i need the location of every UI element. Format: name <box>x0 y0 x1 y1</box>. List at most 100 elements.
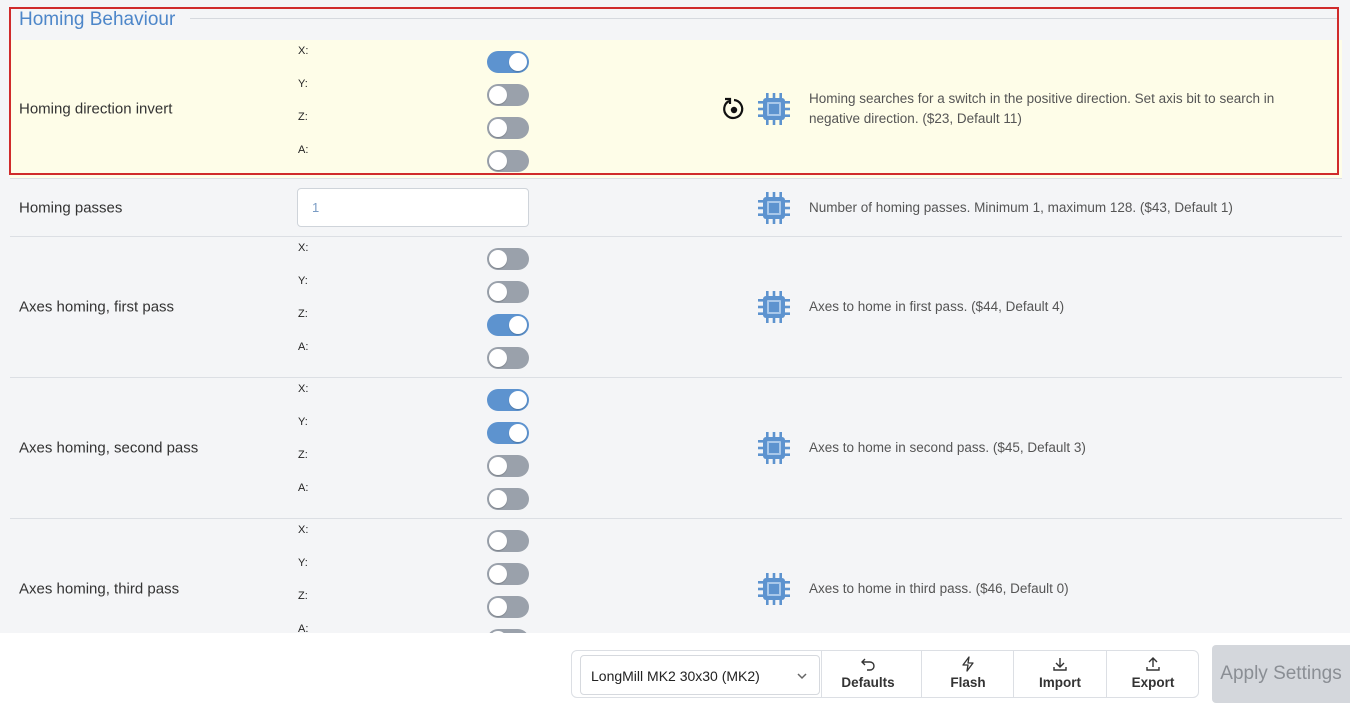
axis-letter: X: <box>298 242 309 254</box>
axis-line: Y: <box>297 73 532 106</box>
axis-line: A: <box>297 336 532 369</box>
settings-toolbar: LongMill MK2 30x30 (MK2) Defaults Flash … <box>571 650 1199 698</box>
setting-row: Homing direction invert X: Y: Z: A: Homing se… <box>10 40 1342 179</box>
axis-toggle[interactable] <box>487 389 529 411</box>
toggle-knob <box>489 532 507 550</box>
setting-row: Axes homing, second pass X: Y: Z: A: Axes to … <box>10 378 1342 519</box>
homing-passes-input[interactable]: 1 <box>297 188 529 227</box>
axis-toggle[interactable] <box>487 150 529 172</box>
axis-line: X: <box>297 378 532 411</box>
axis-toggle[interactable] <box>487 530 529 552</box>
axis-line: X: <box>297 519 532 552</box>
import-button[interactable]: Import <box>1013 651 1106 697</box>
settings-scroll-area[interactable]: Homing Behaviour Homing direction invert… <box>0 0 1350 633</box>
toggle-knob <box>489 119 507 137</box>
toggle-knob <box>509 316 527 334</box>
reset-icon[interactable] <box>721 96 747 122</box>
axis-line: Z: <box>297 106 532 139</box>
setting-description: Number of homing passes. Minimum 1, maxi… <box>809 199 1233 215</box>
setting-row: Axes homing, third pass X: Y: Z: A: Axes to h… <box>10 519 1342 633</box>
axis-letter: Y: <box>298 557 308 569</box>
axis-letter: Y: <box>298 78 308 90</box>
toggle-knob <box>489 250 507 268</box>
machine-profile-value: LongMill MK2 30x30 (MK2) <box>591 668 760 684</box>
axis-toggle-group: X: Y: Z: A: <box>297 40 532 172</box>
axis-line: Z: <box>297 444 532 477</box>
chip-icon <box>755 90 793 128</box>
axis-toggle[interactable] <box>487 563 529 585</box>
axis-toggle[interactable] <box>487 84 529 106</box>
axis-toggle[interactable] <box>487 455 529 477</box>
axis-line: Y: <box>297 411 532 444</box>
toggle-knob <box>489 283 507 301</box>
machine-profile-select[interactable]: LongMill MK2 30x30 (MK2) <box>580 655 820 695</box>
export-button[interactable]: Export <box>1106 651 1199 697</box>
toggle-knob <box>509 424 527 442</box>
apply-settings-button[interactable]: Apply Settings <box>1212 645 1350 703</box>
axis-letter: Z: <box>298 449 308 461</box>
axis-letter: Z: <box>298 590 308 602</box>
toggle-knob <box>489 349 507 367</box>
axis-letter: A: <box>298 144 309 156</box>
chip-icon <box>755 288 793 326</box>
chip-icon <box>755 429 793 467</box>
axis-line: X: <box>297 237 532 270</box>
axis-line: Z: <box>297 303 532 336</box>
axis-line: Y: <box>297 270 532 303</box>
setting-description: Axes to home in second pass. ($45, Defau… <box>809 440 1086 455</box>
setting-label: Axes homing, first pass <box>19 298 175 316</box>
axis-toggle[interactable] <box>487 248 529 270</box>
lightning-icon <box>962 656 974 672</box>
axis-line: Y: <box>297 552 532 585</box>
section-divider <box>190 18 1338 19</box>
axis-toggle[interactable] <box>487 422 529 444</box>
export-label: Export <box>1131 675 1175 690</box>
chevron-down-icon <box>797 673 807 680</box>
setting-label: Axes homing, third pass <box>19 580 180 598</box>
axis-toggle-group: X: Y: Z: A: <box>297 519 532 633</box>
setting-description: Axes to home in first pass. ($44, Defaul… <box>809 299 1065 314</box>
axis-line: A: <box>297 477 532 510</box>
defaults-button[interactable]: Defaults <box>821 651 914 697</box>
settings-list: Homing direction invert X: Y: Z: A: Homing se… <box>10 40 1342 633</box>
axis-toggle-group: X: Y: Z: A: <box>297 237 532 369</box>
toggle-knob <box>489 598 507 616</box>
axis-toggle[interactable] <box>487 117 529 139</box>
setting-row: Axes homing, first pass X: Y: Z: A: Axes to h… <box>10 237 1342 378</box>
axis-letter: Y: <box>298 416 308 428</box>
axis-toggle[interactable] <box>487 596 529 618</box>
axis-toggle[interactable] <box>487 314 529 336</box>
toggle-knob <box>509 391 527 409</box>
setting-row: Homing passes 1 Number of homing passes. M… <box>10 179 1342 237</box>
axis-letter: A: <box>298 623 309 633</box>
flash-button[interactable]: Flash <box>921 651 1014 697</box>
axis-toggle[interactable] <box>487 51 529 73</box>
axis-toggle[interactable] <box>487 347 529 369</box>
toggle-knob <box>489 565 507 583</box>
axis-line: A: <box>297 139 532 172</box>
axis-toggle-group: X: Y: Z: A: <box>297 378 532 510</box>
chip-icon <box>755 570 793 608</box>
axis-toggle[interactable] <box>487 281 529 303</box>
toggle-knob <box>509 53 527 71</box>
axis-letter: X: <box>298 45 309 57</box>
upload-icon <box>1146 657 1160 671</box>
axis-letter: A: <box>298 341 309 353</box>
defaults-label: Defaults <box>841 675 895 690</box>
setting-label: Axes homing, second pass <box>19 439 199 457</box>
axis-letter: X: <box>298 383 309 395</box>
flash-label: Flash <box>950 675 986 690</box>
toggle-knob <box>489 152 507 170</box>
axis-letter: A: <box>298 482 309 494</box>
axis-line: A: <box>297 618 532 633</box>
axis-line: Z: <box>297 585 532 618</box>
setting-label: Homing passes <box>19 199 123 216</box>
footer-bar: LongMill MK2 30x30 (MK2) Defaults Flash … <box>0 633 1350 708</box>
axis-letter: Z: <box>298 111 308 123</box>
axis-line: X: <box>297 40 532 73</box>
setting-description: Axes to home in third pass. ($46, Defaul… <box>809 581 1069 596</box>
axis-letter: Z: <box>298 308 308 320</box>
axis-letter: Y: <box>298 275 308 287</box>
toggle-knob <box>489 457 507 475</box>
axis-toggle[interactable] <box>487 488 529 510</box>
